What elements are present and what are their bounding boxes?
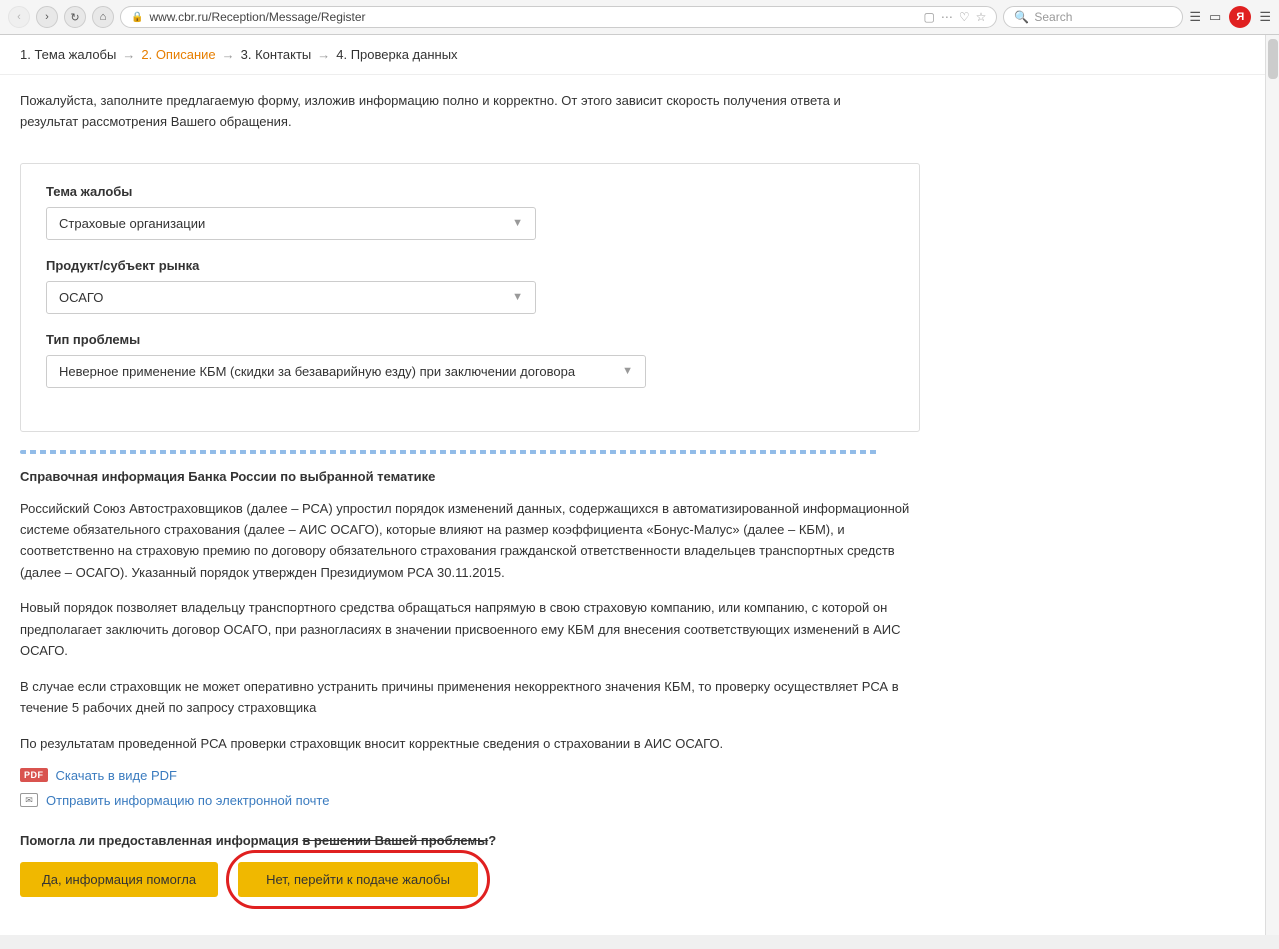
email-icon: ✉ [20, 793, 38, 807]
hamburger-icon: ☰ [1259, 9, 1271, 25]
page-wrapper: 1. Тема жалобы → 2. Описание → 3. Контак… [0, 35, 1279, 935]
browser-icons: ☰ ▭ Я ☰ [1189, 6, 1271, 28]
arrow-3: → [317, 47, 330, 62]
field3-select[interactable]: Неверное применение КБМ (скидки за безав… [46, 355, 646, 388]
info-para1: Российский Союз Автостраховщиков (далее … [20, 498, 920, 584]
no-button[interactable]: Нет, перейти к подаче жалобы [238, 862, 478, 897]
browser-toolbar: ‹ › ↻ ⌂ 🔒 www.cbr.ru/Reception/Message/R… [0, 0, 1279, 34]
yandex-icon: Я [1229, 6, 1251, 28]
info-section: Справочная информация Банка России по вы… [20, 469, 920, 808]
buttons-row: Да, информация помогла Нет, перейти к по… [20, 862, 920, 897]
pdf-link-row: PDF Скачать в виде PDF [20, 768, 920, 783]
field3-arrow-icon: ▼ [622, 365, 633, 377]
address-bar-icons: ▢ ⋯ ♡ ☆ [924, 10, 987, 24]
star-icon: ☆ [976, 10, 987, 24]
field-group-product: Продукт/субъект рынка ОСАГО ▼ [46, 258, 894, 314]
field2-label: Продукт/субъект рынка [46, 258, 894, 273]
info-title: Справочная информация Банка России по вы… [20, 469, 920, 484]
field2-arrow-icon: ▼ [512, 291, 523, 303]
form-card: Тема жалобы Страховые организации ▼ Прод… [20, 163, 920, 432]
back-button[interactable]: ‹ [8, 6, 30, 28]
arrow-1: → [122, 47, 135, 62]
bookmark-icon: ♡ [959, 10, 970, 24]
question-text-normal: Помогла ли предоставленная информация [20, 833, 302, 848]
field3-label: Тип проблемы [46, 332, 894, 347]
step-3-label: 3. Контакты [241, 47, 312, 62]
question-text-strikethrough: в решении Вашей проблемы [302, 833, 488, 848]
search-placeholder: Search [1034, 10, 1072, 24]
field-group-tema: Тема жалобы Страховые организации ▼ [46, 184, 894, 240]
search-icon: 🔍 [1014, 10, 1029, 24]
intro-text: Пожалуйста, заполните предлагаемую форму… [0, 75, 900, 153]
info-para4: По результатам проведенной РСА проверки … [20, 733, 920, 754]
yes-button[interactable]: Да, информация помогла [20, 862, 218, 897]
question-text: Помогла ли предоставленная информация в … [20, 833, 920, 848]
scrollbar-thumb [1268, 39, 1278, 79]
browser-chrome: ‹ › ↻ ⌂ 🔒 www.cbr.ru/Reception/Message/R… [0, 0, 1279, 35]
library-icon: ☰ [1189, 9, 1201, 25]
field2-value: ОСАГО [59, 290, 103, 305]
steps-breadcrumb: 1. Тема жалобы → 2. Описание → 3. Контак… [0, 35, 1279, 75]
info-para2: Новый порядок позволяет владельцу трансп… [20, 597, 920, 661]
search-bar[interactable]: 🔍 Search [1003, 6, 1183, 28]
address-bar[interactable]: 🔒 www.cbr.ru/Reception/Message/Register … [120, 6, 997, 28]
field1-value: Страховые организации [59, 216, 205, 231]
field2-select[interactable]: ОСАГО ▼ [46, 281, 536, 314]
step-1-label: 1. Тема жалобы [20, 47, 116, 62]
forward-button[interactable]: › [36, 6, 58, 28]
no-button-wrapper: Нет, перейти к подаче жалобы [238, 862, 478, 897]
pdf-badge: PDF [20, 768, 48, 782]
field-group-type: Тип проблемы Неверное применение КБМ (ск… [46, 332, 894, 388]
wavy-divider [20, 450, 880, 454]
info-para3: В случае если страховщик не может операт… [20, 676, 920, 719]
reload-button[interactable]: ↻ [64, 6, 86, 28]
email-link-row: ✉ Отправить информацию по электронной по… [20, 793, 920, 808]
field1-select[interactable]: Страховые организации ▼ [46, 207, 536, 240]
question-section: Помогла ли предоставленная информация в … [20, 828, 920, 897]
sidebar-icon: ▭ [1209, 9, 1221, 25]
reader-icon: ▢ [924, 10, 935, 24]
email-link[interactable]: Отправить информацию по электронной почт… [46, 793, 329, 808]
step-4-label: 4. Проверка данных [336, 47, 457, 62]
arrow-2: → [222, 47, 235, 62]
field3-value: Неверное применение КБМ (скидки за безав… [59, 364, 575, 379]
home-button[interactable]: ⌂ [92, 6, 114, 28]
field1-label: Тема жалобы [46, 184, 894, 199]
lock-icon: 🔒 [131, 12, 143, 23]
field1-arrow-icon: ▼ [512, 217, 523, 229]
url-text: www.cbr.ru/Reception/Message/Register [149, 10, 917, 24]
menu-icon: ⋯ [941, 10, 953, 24]
scrollbar[interactable] [1265, 35, 1279, 935]
pdf-link[interactable]: Скачать в виде PDF [56, 768, 177, 783]
question-text-end: ? [488, 833, 496, 848]
step-2-label: 2. Описание [141, 47, 215, 62]
